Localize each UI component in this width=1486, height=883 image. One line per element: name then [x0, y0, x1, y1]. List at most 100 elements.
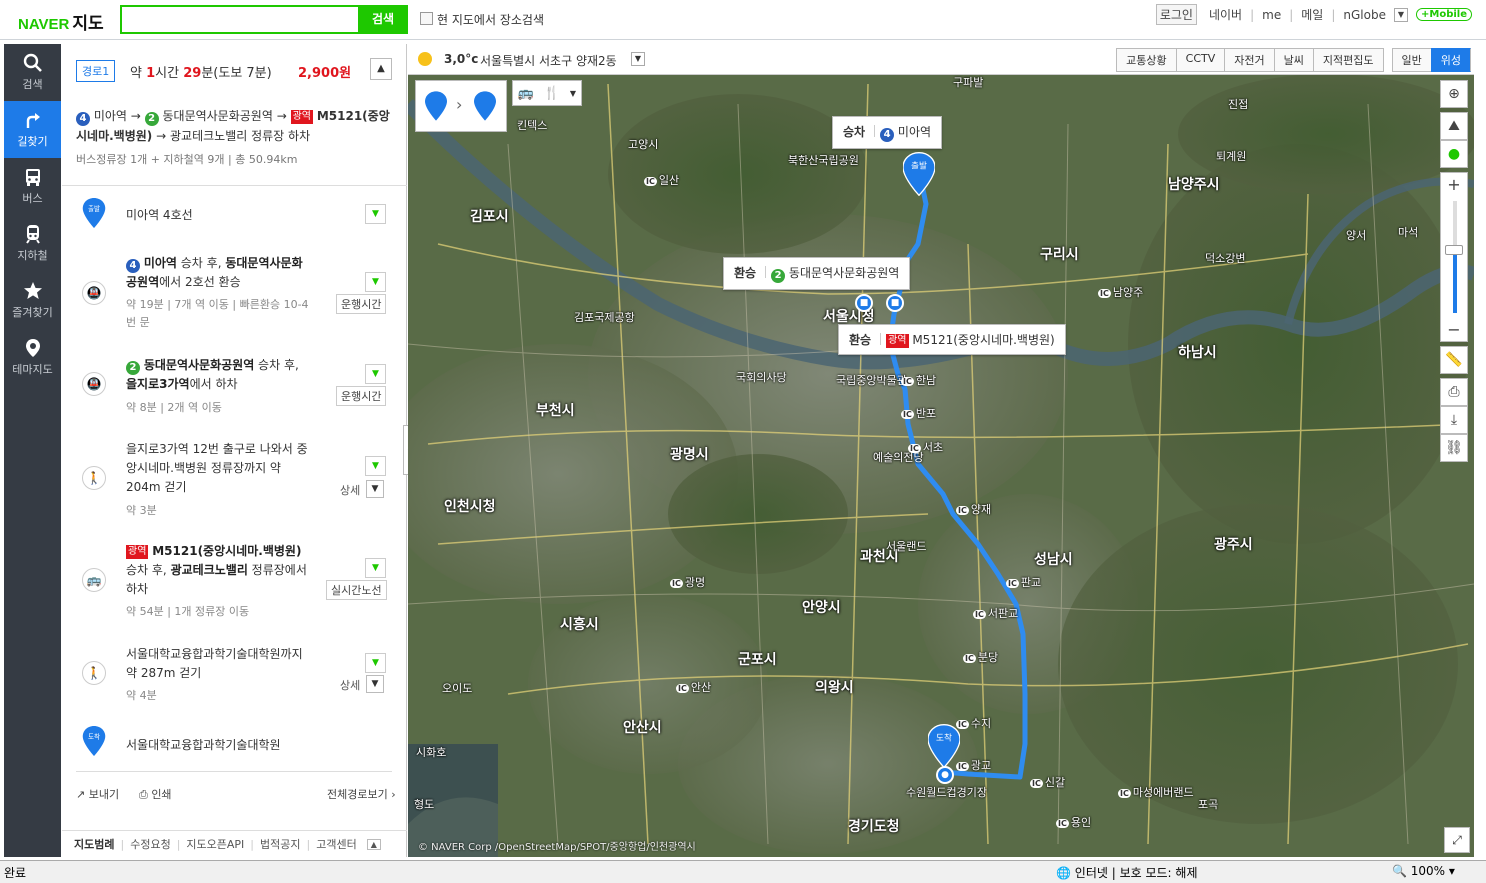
current-location-button[interactable]: ⊕: [1440, 80, 1468, 108]
nav-directions[interactable]: 길찾기: [4, 101, 61, 158]
restaurant-filter-icon[interactable]: 🍴: [544, 86, 560, 101]
place-label: 마석: [1398, 226, 1419, 239]
nglobe-link[interactable]: nGlobe: [1343, 8, 1386, 22]
search-input[interactable]: [120, 5, 360, 34]
nav-search[interactable]: 검색: [4, 44, 61, 101]
api-link[interactable]: 지도오픈API: [186, 836, 244, 852]
print-button[interactable]: ⎙ 인쇄: [139, 786, 172, 802]
place-label-text: 마성에버랜드: [1132, 786, 1194, 799]
legal-link[interactable]: 법적공지: [260, 836, 300, 852]
route-step-walk-2[interactable]: 🚶 서울대학교융합과학기술대학원까지 약 287m 걷기 약 4분 ▼ 상세 ▼: [62, 645, 407, 705]
chevron-down-icon[interactable]: ▼: [1394, 7, 1408, 22]
start-pin-icon[interactable]: 출발: [903, 152, 935, 196]
bus-step-icon: 🚌: [82, 568, 106, 592]
locate-pin-button[interactable]: ▼: [365, 272, 386, 292]
separator: [874, 125, 876, 137]
detail-label[interactable]: 상세: [340, 677, 360, 693]
naver-map-logo[interactable]: NAVER 지도: [18, 9, 104, 34]
hours-value: 1: [146, 66, 156, 81]
zoom-out-button[interactable]: −: [1441, 320, 1467, 339]
chevron-down-icon[interactable]: ▼: [631, 52, 645, 66]
layer-traffic[interactable]: 교통상황: [1116, 48, 1176, 72]
locate-pin-button[interactable]: ▼: [365, 204, 386, 224]
save-map-button[interactable]: ⤓: [1440, 406, 1468, 434]
mail-link[interactable]: 메일: [1301, 6, 1323, 23]
locate-pin-button[interactable]: ▼: [365, 456, 386, 476]
streetview-button[interactable]: ⛰: [1440, 112, 1468, 140]
poi-filter[interactable]: 🚌 🍴 ▼: [512, 80, 582, 106]
map-type-normal[interactable]: 일반: [1391, 48, 1431, 72]
chevron-down-icon[interactable]: ▼: [366, 675, 384, 693]
zoom-in-button[interactable]: +: [1441, 175, 1467, 194]
support-link[interactable]: 고객센터: [316, 836, 356, 852]
locate-pin-button[interactable]: ▼: [365, 558, 386, 578]
route-step-subway-1[interactable]: 🚇 4 미아역 승차 후, 동대문역사문화공원역에서 2호선 환승 약 19분 …: [62, 254, 407, 344]
report-link[interactable]: 수정요청: [130, 836, 170, 852]
zoom-slider-handle[interactable]: [1445, 245, 1463, 255]
bus-stop-marker-icon[interactable]: ■: [855, 294, 873, 312]
ic-tag: IC: [1006, 579, 1019, 588]
realtime-route-button[interactable]: 실시간노선: [326, 580, 387, 600]
measure-button[interactable]: 📏: [1440, 346, 1468, 374]
detail-label[interactable]: 상세: [340, 482, 360, 498]
place-label: 고양시: [628, 138, 659, 151]
route-step-subway-2[interactable]: 🚇 2 동대문역사문화공원역 승차 후, 을지로3가역에서 하차 약 8분 | …: [62, 356, 407, 426]
layer-cadastral[interactable]: 지적편집도: [1312, 48, 1384, 72]
map-type-satellite[interactable]: 위성: [1430, 48, 1471, 72]
chevron-down-icon[interactable]: ▼: [366, 480, 384, 498]
pin-button[interactable]: ●: [1440, 140, 1468, 168]
place-label: 북한산국립공원: [788, 154, 859, 167]
end-pin-icon[interactable]: 도착: [928, 724, 960, 768]
layer-bicycle[interactable]: 자전거: [1224, 48, 1274, 72]
full-route-button[interactable]: 전체경로보기 ›: [327, 786, 396, 802]
mobile-link[interactable]: +Mobile: [1416, 8, 1472, 21]
satellite-map[interactable]: 김포시 구리시 남양주시 서울시청 하남시 부천시 광명시 인천시청 과천시 성…: [408, 44, 1474, 857]
locate-pin-button[interactable]: ▼: [365, 364, 386, 384]
full-route-label: 전체경로보기: [327, 788, 388, 801]
layer-weather[interactable]: 날씨: [1273, 48, 1313, 72]
legend-link[interactable]: 지도범례: [74, 836, 114, 852]
print-map-button[interactable]: ⎙: [1440, 378, 1468, 406]
route-step-start[interactable]: 출발 미아역 4호선 ▼: [62, 196, 407, 236]
ic-tag: IC: [670, 579, 683, 588]
expand-icon: ⤢: [1452, 833, 1462, 847]
end-pin-icon: [474, 91, 496, 121]
map-tools: ⊕ ⛰ ● + − 📏 ⎙ ⤓ ⛓: [1440, 80, 1470, 466]
route-step-walk-1[interactable]: 🚶 을지로3가역 12번 출구로 나와서 중앙시네마.백병원 정류장까지 약 2…: [62, 440, 407, 520]
naver-link[interactable]: 네이버: [1209, 6, 1242, 23]
search-button[interactable]: 검색: [358, 5, 408, 34]
route-step-end[interactable]: 도착 서울대학교융합과학기술대학원: [62, 724, 407, 764]
collapse-route-button[interactable]: ▲: [370, 58, 392, 80]
timetable-button[interactable]: 운행시간: [336, 294, 387, 314]
start-end-toggle[interactable]: ›: [415, 80, 507, 132]
current-map-search-checkbox[interactable]: [420, 12, 433, 25]
crosshair-icon: ⊕: [1448, 86, 1460, 102]
transfer-callout-1[interactable]: 환승 2 동대문역사문화공원역: [723, 257, 911, 290]
zoom-level[interactable]: 🔍 100% ▾: [1392, 864, 1455, 878]
link-map-button[interactable]: ⛓: [1440, 434, 1468, 462]
route-step-bus[interactable]: 🚌 광역 M5121(중앙시네마.백병원) 승차 후, 광교테크노밸리 정류장에…: [62, 542, 407, 622]
transfer-callout-2[interactable]: 환승 광역 M5121(중앙시네마.백병원): [838, 324, 1066, 355]
walk-marker-icon[interactable]: ●: [936, 766, 954, 784]
subway-marker-icon[interactable]: ■: [886, 294, 904, 312]
separator: |: [306, 837, 311, 851]
layer-cctv[interactable]: CCTV: [1175, 48, 1225, 72]
login-button[interactable]: 로그인: [1155, 4, 1197, 25]
boarding-callout[interactable]: 승차 4 미아역: [832, 116, 943, 149]
route-header[interactable]: 경로1 약 1시간 29분(도보 7분) 2,900원 ▲: [76, 58, 392, 84]
me-link[interactable]: me: [1262, 8, 1281, 22]
globe-icon: 🌐: [1056, 866, 1071, 880]
timetable-button[interactable]: 운행시간: [336, 386, 387, 406]
nav-favorites[interactable]: 즐겨찾기: [4, 272, 61, 329]
bus-filter-icon[interactable]: 🚌: [518, 86, 534, 101]
nav-subway[interactable]: 지하철: [4, 215, 61, 272]
zoom-control[interactable]: + −: [1440, 172, 1468, 342]
line-2-badge: 2: [126, 361, 140, 375]
nav-bus[interactable]: 버스: [4, 158, 61, 215]
chevron-up-icon[interactable]: ▲: [366, 838, 381, 850]
locate-pin-button[interactable]: ▼: [365, 653, 386, 673]
fullscreen-button[interactable]: ⤢: [1444, 827, 1470, 853]
send-button[interactable]: ↗ 보내기: [76, 786, 119, 802]
nav-theme-map[interactable]: 테마지도: [4, 329, 61, 386]
chevron-down-icon[interactable]: ▼: [570, 89, 576, 98]
